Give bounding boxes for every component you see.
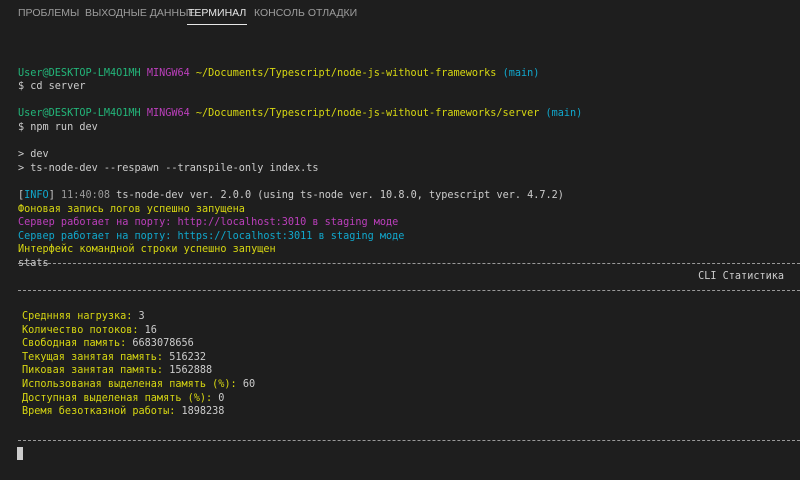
terminal-text: (main) xyxy=(545,108,583,120)
stat-value: 1562888 xyxy=(169,365,213,377)
stat-value: 1898238 xyxy=(181,406,225,418)
stat-value: 516232 xyxy=(169,351,207,363)
stats-title: CLI Статистика xyxy=(698,271,784,282)
terminal-text: $ cd server xyxy=(18,81,86,93)
stat-row: Пиковая занятая память: 1562888 xyxy=(22,364,800,378)
stat-row: Среднняя нагрузка: 3 xyxy=(22,310,800,324)
terminal-line: Сервер работает на порту: http://localho… xyxy=(18,216,800,230)
terminal-output[interactable]: User@DESKTOP-LM4O1MH MINGW64 ~/Documents… xyxy=(18,53,800,271)
stat-label: Свободная память: xyxy=(22,338,133,350)
terminal-text: MINGW64 xyxy=(146,108,196,120)
stat-value: 0 xyxy=(218,392,225,404)
terminal-line: > dev xyxy=(18,148,800,162)
terminal-line: Сервер работает на порту: https://localh… xyxy=(18,230,800,244)
divider xyxy=(18,440,800,441)
terminal-line: $ cd server xyxy=(18,80,800,94)
terminal-text: $ npm run dev xyxy=(18,121,98,133)
terminal-text: Сервер работает на порту: https://localh… xyxy=(18,230,405,242)
terminal-text: INFO xyxy=(24,189,49,201)
terminal-text: (main) xyxy=(502,67,540,79)
terminal-line: User@DESKTOP-LM4O1MH MINGW64 ~/Documents… xyxy=(18,67,800,81)
stat-label: Количество потоков: xyxy=(22,324,145,336)
stat-value: 16 xyxy=(144,324,157,336)
terminal-text: ts-node-dev ver. 2.0.0 (using ts-node ve… xyxy=(110,189,564,201)
terminal-text: > dev xyxy=(18,149,49,161)
terminal-text: > ts-node-dev --respawn --transpile-only… xyxy=(18,162,319,174)
tab-terminal[interactable]: ТЕРМИНАЛ xyxy=(186,7,248,25)
stat-row: Время безотказной работы: 1898238 xyxy=(22,405,800,419)
terminal-text: ~/Documents/Typescript/node-js-without-f… xyxy=(195,108,546,120)
stat-label: Использованая выделеная память (%): xyxy=(22,378,243,390)
divider xyxy=(18,290,800,291)
tab-output[interactable]: ВЫХОДНЫЕ ДАННЫЕ xyxy=(85,7,195,19)
stat-label: Текущая занятая память: xyxy=(22,351,170,363)
terminal-text: 11:40:08 xyxy=(60,189,111,201)
terminal-cursor xyxy=(17,447,23,460)
terminal-text: Сервер работает на порту: http://localho… xyxy=(18,217,399,229)
tab-debug-console[interactable]: КОНСОЛЬ ОТЛАДКИ xyxy=(254,7,357,19)
terminal-text: ~/Documents/Typescript/node-js-without-f… xyxy=(195,67,503,79)
stat-label: Пиковая занятая память: xyxy=(22,365,170,377)
stat-value: 3 xyxy=(138,311,145,322)
stat-label: Среднняя нагрузка: xyxy=(22,311,139,322)
tab-problems[interactable]: ПРОБЛЕМЫ xyxy=(18,7,79,19)
terminal-text: Интерфейс командной строки успешно запущ… xyxy=(18,244,276,256)
divider xyxy=(18,263,800,264)
terminal-text: Фоновая запись логов успешно запущена xyxy=(18,203,245,215)
terminal-text: ] xyxy=(48,189,61,201)
stat-label: Доступная выделеная память (%): xyxy=(22,392,219,404)
stat-row: Текущая занятая память: 516232 xyxy=(22,351,800,365)
terminal-text: MINGW64 xyxy=(146,67,196,79)
terminal-line: $ npm run dev xyxy=(18,121,800,135)
stat-label: Время безотказной работы: xyxy=(22,406,182,418)
stat-row: Количество потоков: 16 xyxy=(22,324,800,338)
stats-list: Среднняя нагрузка: 3 Количество потоков: … xyxy=(22,310,800,419)
terminal-line: User@DESKTOP-LM4O1MH MINGW64 ~/Documents… xyxy=(18,107,800,121)
panel-tabs: ПРОБЛЕМЫ ВЫХОДНЫЕ ДАННЫЕ ТЕРМИНАЛ КОНСОЛ… xyxy=(0,0,800,28)
terminal-text: User@DESKTOP-LM4O1MH xyxy=(18,67,147,79)
stat-row: Свободная память: 6683078656 xyxy=(22,337,800,351)
stat-row: Доступная выделеная память (%): 0 xyxy=(22,392,800,406)
stat-row: Использованая выделеная память (%): 60 xyxy=(22,378,800,392)
stat-value: 60 xyxy=(242,378,256,390)
terminal-line: > ts-node-dev --respawn --transpile-only… xyxy=(18,162,800,176)
terminal-line: Интерфейс командной строки успешно запущ… xyxy=(18,243,800,257)
stat-value: 6683078656 xyxy=(132,338,194,350)
terminal-text: User@DESKTOP-LM4O1MH xyxy=(18,108,147,120)
terminal-line: [INFO] 11:40:08 ts-node-dev ver. 2.0.0 (… xyxy=(18,189,800,203)
terminal-line: Фоновая запись логов успешно запущена xyxy=(18,203,800,217)
